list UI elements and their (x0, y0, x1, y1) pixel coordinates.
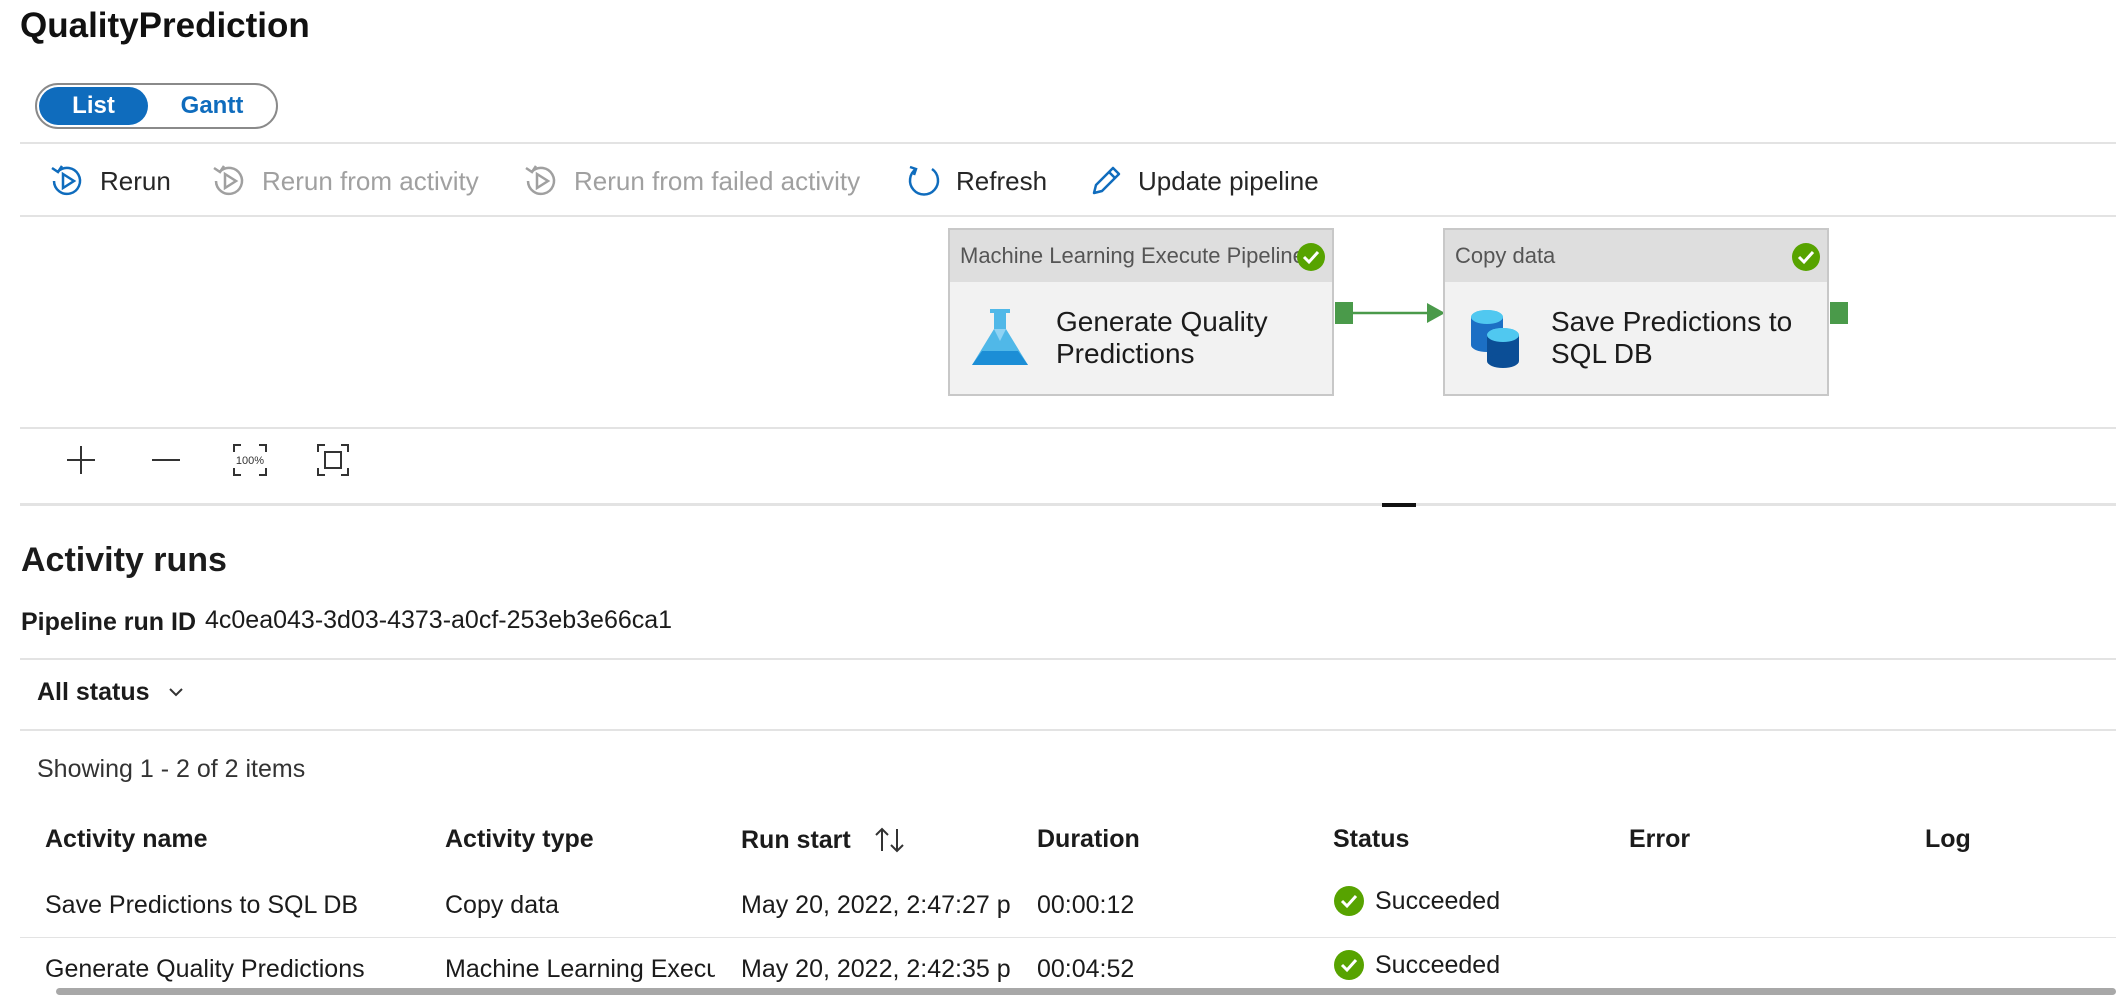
database-icon (1463, 306, 1527, 370)
zoom-out-button[interactable] (143, 437, 189, 483)
view-toggle: List Gantt (35, 83, 278, 129)
divider (20, 142, 2116, 144)
chevron-down-icon (168, 687, 183, 696)
cell-duration: 00:04:52 (1037, 955, 1135, 983)
cell-activity-type: Copy data (445, 891, 559, 919)
column-header-status[interactable]: Status (1333, 825, 1409, 854)
pipeline-run-id-value: 4c0ea043-3d03-4373-a0cf-253eb3e66ca1 (205, 606, 673, 634)
column-header-run-start[interactable]: Run start (741, 825, 907, 855)
rerun-button[interactable]: Rerun (48, 158, 171, 204)
rerun-icon (213, 165, 244, 196)
divider (20, 729, 2116, 731)
column-header-error[interactable]: Error (1629, 825, 1690, 854)
cell-run-start: May 20, 2022, 2:47:27 p (741, 891, 1011, 919)
fit-screen-icon (317, 444, 349, 476)
pipeline-run-id-label: Pipeline run ID (21, 608, 197, 636)
divider (20, 658, 2116, 660)
toggle-list-button[interactable]: List (39, 87, 148, 125)
page-title: QualityPrediction (20, 6, 310, 45)
toggle-gantt-button[interactable]: Gantt (152, 87, 272, 125)
refresh-button[interactable]: Refresh (906, 158, 1047, 204)
plus-icon (67, 446, 95, 474)
activity-node-generate-quality-predictions[interactable]: Machine Learning Execute Pipeline Genera… (948, 228, 1334, 396)
status-filter-label: All status (37, 678, 150, 706)
zoom-in-button[interactable] (58, 437, 104, 483)
node-name: Generate Quality Predictions (1056, 306, 1268, 369)
success-check-icon (1792, 243, 1820, 271)
cell-activity-type: Machine Learning Execu (445, 955, 715, 983)
rerun-from-activity-label: Rerun from activity (262, 165, 479, 196)
resize-handle[interactable] (1382, 503, 1416, 507)
cell-status: Succeeded (1333, 949, 1500, 981)
column-header-log[interactable]: Log (1925, 825, 1971, 854)
flask-icon (968, 306, 1032, 370)
column-header-duration[interactable]: Duration (1037, 825, 1140, 854)
cell-duration: 00:00:12 (1037, 891, 1135, 919)
status-filter-dropdown[interactable]: All status (37, 678, 196, 707)
minus-icon (152, 459, 180, 461)
activity-node-save-predictions[interactable]: Copy data Save Predictions to SQL DB (1443, 228, 1829, 396)
update-pipeline-button[interactable]: Update pipeline (1088, 158, 1319, 204)
output-port[interactable] (1830, 302, 1848, 324)
refresh-icon (908, 165, 940, 196)
column-header-activity-name[interactable]: Activity name (45, 825, 208, 854)
success-check-icon (1334, 886, 1364, 916)
divider (20, 427, 2116, 429)
rerun-label: Rerun (100, 165, 171, 196)
divider (20, 215, 2116, 217)
rerun-from-failed-label: Rerun from failed activity (574, 165, 861, 196)
rerun-icon (525, 165, 556, 196)
cell-activity-name[interactable]: Save Predictions to SQL DB (45, 891, 358, 920)
row-divider (20, 937, 2116, 938)
zoom-100-icon: 100% (233, 444, 267, 476)
update-pipeline-label: Update pipeline (1138, 165, 1319, 196)
rerun-from-activity-button[interactable]: Rerun from activity (210, 158, 479, 204)
node-type-label: Copy data (1445, 230, 1827, 282)
sort-icon (875, 827, 904, 853)
refresh-label: Refresh (956, 165, 1048, 196)
divider (20, 503, 2116, 506)
svg-text:100%: 100% (236, 455, 264, 467)
pencil-icon (1092, 166, 1121, 195)
node-name: Save Predictions to SQL DB (1551, 306, 1793, 369)
rerun-from-failed-button[interactable]: Rerun from failed activity (522, 158, 860, 204)
cell-activity-name[interactable]: Generate Quality Predictions (45, 955, 365, 984)
rerun-icon (51, 165, 82, 196)
success-check-icon (1297, 243, 1325, 271)
success-check-icon (1334, 950, 1364, 980)
output-port[interactable] (1335, 302, 1353, 324)
connector-arrow (1353, 303, 1445, 323)
cell-run-start: May 20, 2022, 2:42:35 p (741, 955, 1011, 983)
zoom-100-button[interactable]: 100% (227, 437, 273, 483)
horizontal-scrollbar[interactable] (56, 988, 2116, 995)
item-count: Showing 1 - 2 of 2 items (37, 755, 306, 783)
fit-to-screen-button[interactable] (310, 437, 356, 483)
node-type-label: Machine Learning Execute Pipeline (950, 230, 1332, 282)
cell-status: Succeeded (1333, 885, 1500, 917)
column-header-activity-type[interactable]: Activity type (445, 825, 594, 854)
section-title: Activity runs (21, 541, 227, 579)
